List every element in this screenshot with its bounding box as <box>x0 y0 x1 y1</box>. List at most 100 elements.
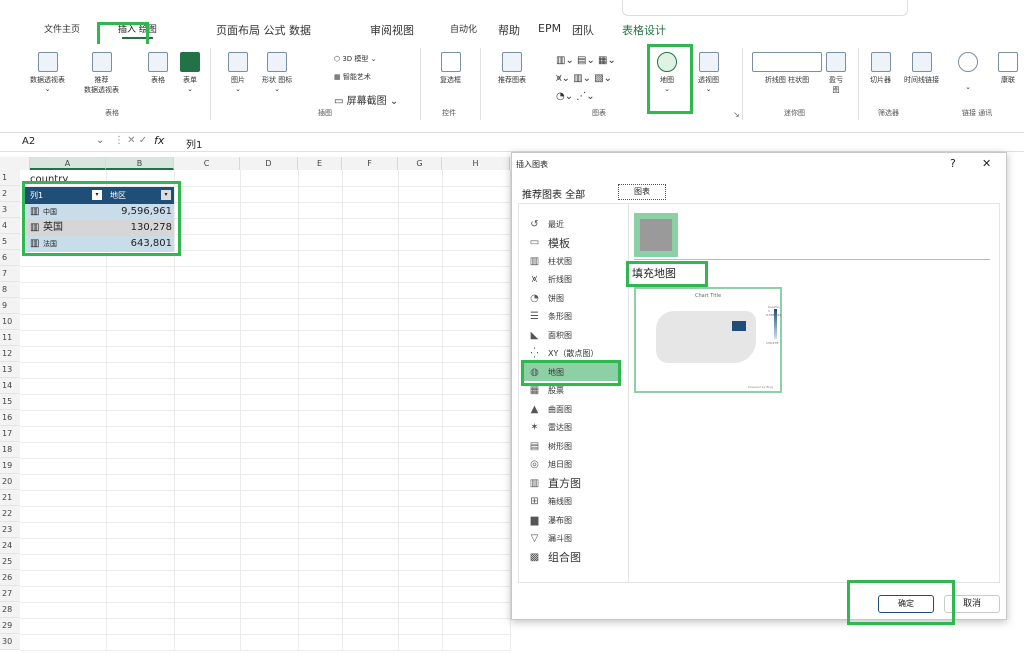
row-header-27[interactable]: 27 <box>0 586 20 602</box>
timeline-button[interactable]: 时间线链接 <box>904 52 939 85</box>
tab-layout-formula-data[interactable]: 页面布局 公式 数据 <box>216 22 311 38</box>
row-header-30[interactable]: 30 <box>0 634 20 650</box>
row-header-24[interactable]: 24 <box>0 538 20 554</box>
search-box[interactable] <box>622 0 908 16</box>
close-icon[interactable]: ✕ <box>982 157 991 170</box>
recommended-pivot-button[interactable]: 推荐 数据透视表 <box>84 52 119 95</box>
form-button[interactable]: 表单 ⌄ <box>180 52 200 93</box>
chart-category-9[interactable]: ▦ 股票 <box>528 382 638 400</box>
3d-model-button[interactable]: ⬡ 3D 模型 ⌄ <box>334 54 377 64</box>
chart-category-16[interactable]: ▆ 瀑布图 <box>528 511 638 529</box>
chart-category-15[interactable]: ⊞ 箱线图 <box>528 493 638 511</box>
chart-category-18[interactable]: ▩ 组合图 <box>528 548 638 566</box>
row-header-11[interactable]: 11 <box>0 330 20 346</box>
formula-controls[interactable]: ⋮ ✕ ✓ <box>114 135 147 146</box>
tab-help[interactable]: 帮助 <box>498 22 520 38</box>
ok-button[interactable]: 确定 <box>878 595 934 613</box>
tab-automate[interactable]: 自动化 <box>450 22 477 35</box>
cell-a1[interactable]: country <box>30 172 90 188</box>
comment-button[interactable]: 康联 <box>998 52 1018 85</box>
chart-category-6[interactable]: ◣ 面积图 <box>528 326 638 344</box>
chart-category-1[interactable]: ▭ 模板 <box>528 234 638 252</box>
row-header-17[interactable]: 17 <box>0 426 20 442</box>
row-header-8[interactable]: 8 <box>0 282 20 298</box>
screenshot-button[interactable]: ▭ 屏幕截图 ⌄ <box>334 92 398 107</box>
tab-file-home[interactable]: 文件主页 <box>44 22 80 35</box>
chart-category-4[interactable]: ◔ 饼图 <box>528 289 638 307</box>
recommended-charts-button[interactable]: 推荐图表 <box>498 52 526 85</box>
row-header-20[interactable]: 20 <box>0 474 20 490</box>
sparklines-button[interactable]: 折线图 柱状图 <box>752 52 822 85</box>
row-header-28[interactable]: 28 <box>0 602 20 618</box>
column-header-a[interactable]: A <box>30 157 106 170</box>
tab-recommended-all[interactable]: 推荐图表 全部 <box>522 186 585 201</box>
row-header-10[interactable]: 10 <box>0 314 20 330</box>
tab-team[interactable]: 团队 <box>572 22 594 38</box>
row-header-6[interactable]: 6 <box>0 250 20 266</box>
row-header-22[interactable]: 22 <box>0 506 20 522</box>
tab-review-view[interactable]: 审阅视图 <box>370 22 414 38</box>
row-header-21[interactable]: 21 <box>0 490 20 506</box>
formula-content[interactable]: 列1 <box>186 136 202 151</box>
column-header-c[interactable]: C <box>174 157 240 170</box>
filter-dropdown-icon[interactable]: ▾ <box>161 190 171 200</box>
row-header-1[interactable]: 1 <box>0 170 20 186</box>
name-box[interactable]: A2 <box>22 136 35 147</box>
row-header-18[interactable]: 18 <box>0 442 20 458</box>
dialog-launcher-icon[interactable]: ↘ <box>733 110 740 119</box>
row-header-12[interactable]: 12 <box>0 346 20 362</box>
filled-map-thumb[interactable] <box>634 213 678 257</box>
row-header-5[interactable]: 5 <box>0 234 20 250</box>
header-col2[interactable]: 地区 <box>110 188 126 204</box>
link-button[interactable]: ⌄ <box>958 52 978 91</box>
chart-category-14[interactable]: ▥ 直方图 <box>528 474 638 492</box>
column-header-g[interactable]: G <box>398 157 442 170</box>
column-header-d[interactable]: D <box>240 157 298 170</box>
tab-table-design[interactable]: 表格设计 <box>622 22 666 38</box>
row-header-19[interactable]: 19 <box>0 458 20 474</box>
row-header-29[interactable]: 29 <box>0 618 20 634</box>
header-col1[interactable]: 列1 <box>30 188 43 204</box>
cell-country[interactable]: 中国 <box>43 204 57 220</box>
checkbox-button[interactable]: 复选框 <box>440 52 461 85</box>
table-button[interactable]: 表格 <box>148 52 168 85</box>
chart-category-17[interactable]: ▽ 漏斗图 <box>528 530 638 548</box>
help-icon[interactable]: ? <box>950 157 956 170</box>
row-header-26[interactable]: 26 <box>0 570 20 586</box>
filter-dropdown-icon[interactable]: ▾ <box>92 190 102 200</box>
cancel-button[interactable]: 取消 <box>944 595 1000 613</box>
tab-insert[interactable]: 插入 绘图 <box>118 22 157 39</box>
column-header-h[interactable]: H <box>442 157 510 170</box>
slicer-button[interactable]: 切片器 <box>870 52 891 85</box>
row-header-25[interactable]: 25 <box>0 554 20 570</box>
row-header-13[interactable]: 13 <box>0 362 20 378</box>
cell-area[interactable]: 643,801 <box>106 236 172 252</box>
row-header-9[interactable]: 9 <box>0 298 20 314</box>
shapes-icons-button[interactable]: 形状 图标 ⌄ <box>262 52 292 93</box>
pivot-table-button[interactable]: 数据透视表 ⌄ <box>30 52 65 93</box>
chart-category-13[interactable]: ◎ 旭日图 <box>528 456 638 474</box>
chart-category-7[interactable]: ⁛ XY（散点图） <box>528 345 638 363</box>
column-header-b[interactable]: B <box>106 157 174 170</box>
row-header-14[interactable]: 14 <box>0 378 20 394</box>
chevron-down-icon[interactable]: ⌄ <box>96 135 104 146</box>
row-header-3[interactable]: 3 <box>0 202 20 218</box>
row-header-4[interactable]: 4 <box>0 218 20 234</box>
cell-area[interactable]: 130,278 <box>106 220 172 236</box>
cell-country[interactable]: 英国 <box>43 220 63 236</box>
column-header-e[interactable]: E <box>298 157 342 170</box>
chart-category-2[interactable]: ▥ 柱状图 <box>528 252 638 270</box>
tab-epm[interactable]: EPM <box>538 22 561 35</box>
fx-icon[interactable]: fx <box>154 134 164 147</box>
cell-country[interactable]: 法国 <box>43 236 57 252</box>
map-chart-button[interactable]: 地图 ⌄ <box>657 52 677 93</box>
corner-cell[interactable] <box>0 157 30 170</box>
chart-category-0[interactable]: ↺ 最近 <box>528 215 638 233</box>
row-header-7[interactable]: 7 <box>0 266 20 282</box>
win-loss-button[interactable]: 盈亏图 <box>826 52 846 95</box>
chart-category-3[interactable]: ⩙ 折线图 <box>528 271 638 289</box>
chart-category-11[interactable]: ✶ 雷达图 <box>528 419 638 437</box>
row-header-23[interactable]: 23 <box>0 522 20 538</box>
pivot-chart-button[interactable]: 透视图 ⌄ <box>698 52 719 93</box>
row-header-15[interactable]: 15 <box>0 394 20 410</box>
